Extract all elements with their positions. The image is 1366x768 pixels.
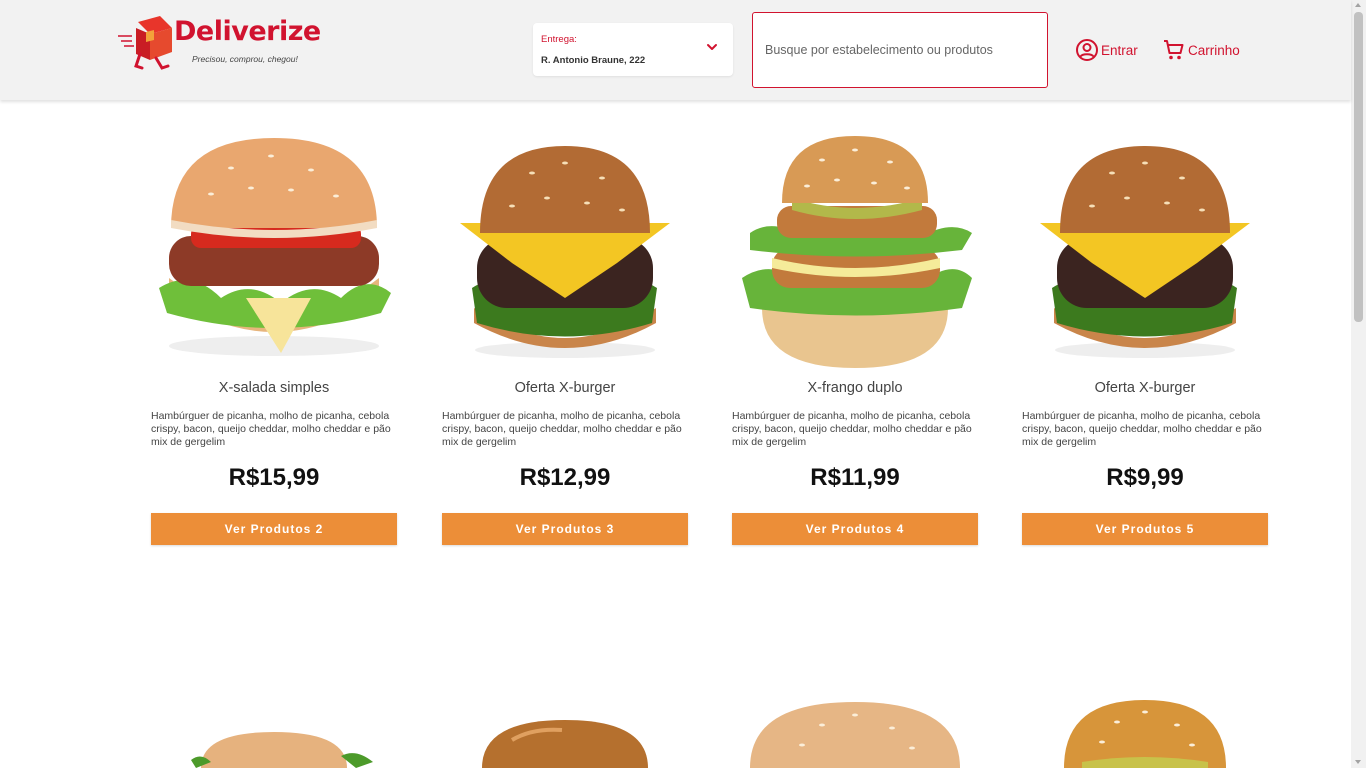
- product-card-partial: [442, 700, 688, 768]
- page-scrollbar[interactable]: [1351, 0, 1366, 768]
- product-description: Hambúrguer de picanha, molho de picanha,…: [442, 410, 682, 448]
- view-products-button[interactable]: Ver Produtos 5: [1022, 513, 1268, 545]
- login-label: Entrar: [1101, 42, 1138, 58]
- product-name: Oferta X-burger: [1094, 380, 1196, 396]
- shopping-cart-icon: [1164, 40, 1184, 60]
- cart-link[interactable]: Carrinho: [1162, 38, 1240, 62]
- brand-tagline: Precisou, comprou, chegou!: [192, 54, 298, 64]
- burger-image: [159, 138, 391, 356]
- burger-image: [191, 732, 373, 768]
- delivery-label: Entrega:: [541, 34, 577, 45]
- product-price: R$11,99: [810, 464, 900, 491]
- login-link[interactable]: Entrar: [1075, 38, 1138, 62]
- user-circle-icon: [1076, 39, 1098, 61]
- view-products-button[interactable]: Ver Produtos 3: [442, 513, 688, 545]
- product-price: R$15,99: [228, 464, 320, 491]
- delivery-box-icon: [118, 16, 172, 70]
- product-name: Oferta X-burger: [514, 380, 616, 396]
- product-card-partial: [732, 700, 978, 768]
- burger-image: [1040, 146, 1250, 358]
- burger-image: [482, 720, 648, 768]
- search-box: [752, 12, 1048, 88]
- top-header: Deliverize Precisou, comprou, chegou! En…: [0, 0, 1351, 100]
- product-price: R$12,99: [519, 464, 611, 491]
- product-price: R$9,99: [1106, 464, 1184, 491]
- scroll-down-arrow-icon[interactable]: [1355, 760, 1361, 764]
- scrollbar-thumb[interactable]: [1354, 12, 1363, 322]
- delivery-address-selector[interactable]: Entrega: R. Antonio Braune, 222: [533, 23, 733, 76]
- burger-image: [1064, 700, 1226, 768]
- brand-name: Deliverize: [174, 16, 321, 47]
- burger-image: [460, 146, 670, 358]
- product-name: X-salada simples: [218, 380, 330, 396]
- chevron-down-icon[interactable]: [705, 40, 719, 54]
- product-card-partial: [1022, 700, 1268, 768]
- burger-image: [742, 136, 972, 368]
- product-description: Hambúrguer de picanha, molho de picanha,…: [732, 410, 972, 448]
- product-card-partial: [151, 700, 397, 768]
- product-name: X-frango duplo: [807, 380, 903, 396]
- product-description: Hambúrguer de picanha, molho de picanha,…: [1022, 410, 1262, 448]
- product-description: Hambúrguer de picanha, molho de picanha,…: [151, 410, 391, 448]
- page: Deliverize Precisou, comprou, chegou! En…: [0, 0, 1366, 768]
- delivery-address: R. Antonio Braune, 222: [541, 55, 646, 66]
- search-input[interactable]: [765, 40, 1035, 60]
- view-products-button[interactable]: Ver Produtos 4: [732, 513, 978, 545]
- cart-label: Carrinho: [1188, 42, 1240, 58]
- scroll-up-arrow-icon[interactable]: [1355, 3, 1361, 7]
- view-products-button[interactable]: Ver Produtos 2: [151, 513, 397, 545]
- burger-image: [750, 702, 960, 768]
- brand-logo[interactable]: Deliverize Precisou, comprou, chegou!: [116, 10, 321, 72]
